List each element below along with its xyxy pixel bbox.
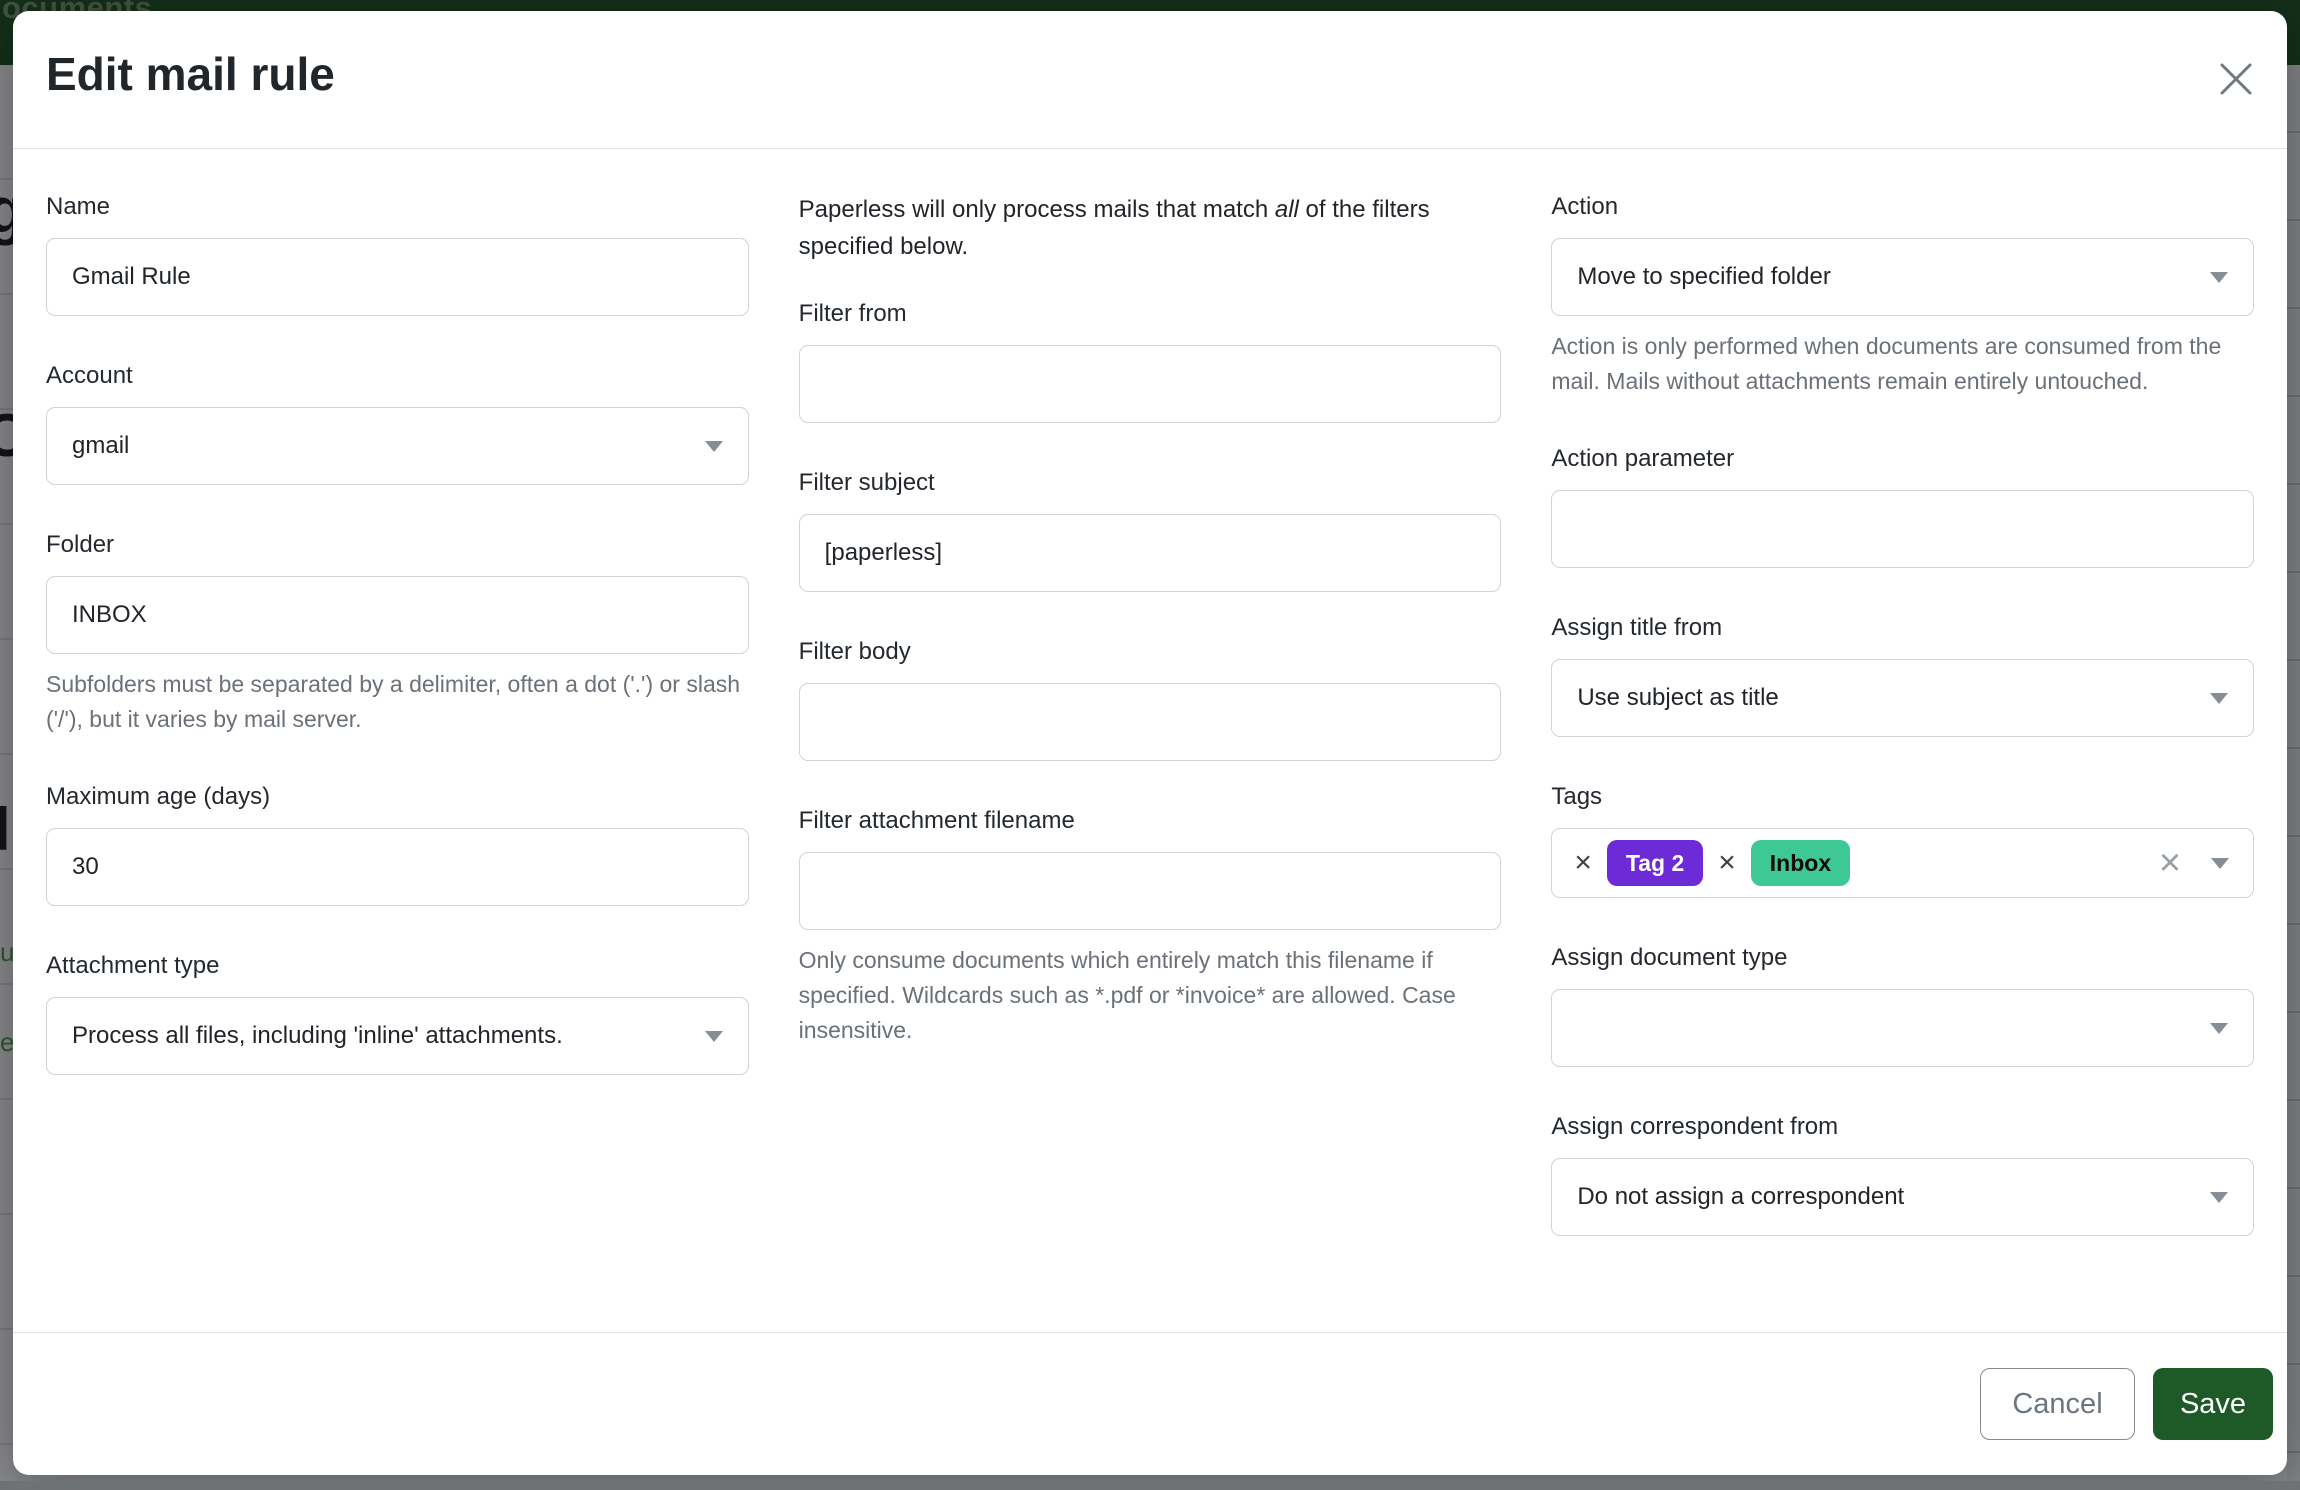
- column-action: Action Move to specified folder Action i…: [1551, 191, 2254, 1332]
- assign-title-from-select[interactable]: Use subject as title: [1551, 659, 2254, 737]
- filter-from-input[interactable]: [799, 345, 1502, 423]
- chevron-down-icon: [705, 441, 723, 452]
- tag-badge: Tag 2: [1607, 840, 1703, 886]
- folder-help-text: Subfolders must be separated by a delimi…: [46, 667, 749, 737]
- name-input[interactable]: [46, 238, 749, 316]
- field-action-parameter: Action parameter: [1551, 443, 2254, 568]
- background-page-bottom-edge: [0, 1481, 2300, 1490]
- attachment-type-select[interactable]: Process all files, including 'inline' at…: [46, 997, 749, 1075]
- assign-document-type-label: Assign document type: [1551, 942, 2254, 974]
- action-parameter-label: Action parameter: [1551, 443, 2254, 475]
- field-filter-body: Filter body: [799, 636, 1502, 761]
- tags-select[interactable]: × Tag 2 × Inbox ×: [1551, 828, 2254, 898]
- field-action: Action Move to specified folder Action i…: [1551, 191, 2254, 399]
- action-selected-value: Move to specified folder: [1577, 263, 1830, 291]
- field-assign-title-from: Assign title from Use subject as title: [1551, 612, 2254, 737]
- tags-label: Tags: [1551, 781, 2254, 813]
- field-assign-document-type: Assign document type: [1551, 942, 2254, 1067]
- assign-correspondent-from-label: Assign correspondent from: [1551, 1111, 2254, 1143]
- dialog-footer: Cancel Save: [13, 1332, 2287, 1475]
- dialog-body: Name Account gmail Folder Subfolders mus…: [13, 149, 2287, 1332]
- folder-input[interactable]: [46, 576, 749, 654]
- account-selected-value: gmail: [72, 432, 129, 460]
- filter-attachment-filename-help-text: Only consume documents which entirely ma…: [799, 943, 1502, 1048]
- field-filter-subject: Filter subject: [799, 467, 1502, 592]
- dialog-title: Edit mail rule: [46, 45, 2254, 103]
- field-account: Account gmail: [46, 360, 749, 485]
- assign-title-from-label: Assign title from: [1551, 612, 2254, 644]
- filter-subject-label: Filter subject: [799, 467, 1502, 499]
- chevron-down-icon: [2210, 272, 2228, 283]
- cancel-button[interactable]: Cancel: [1980, 1368, 2135, 1440]
- filters-intro-text: Paperless will only process mails that m…: [799, 191, 1502, 265]
- field-maximum-age: Maximum age (days): [46, 781, 749, 906]
- attachment-type-selected-value: Process all files, including 'inline' at…: [72, 1022, 563, 1050]
- chevron-down-icon: [2211, 858, 2229, 869]
- remove-tag-button[interactable]: ×: [1716, 848, 1738, 878]
- action-label: Action: [1551, 191, 2254, 223]
- background-page-left-edge: g C ld u e: [0, 65, 13, 1482]
- filter-body-label: Filter body: [799, 636, 1502, 668]
- clear-tags-button[interactable]: ×: [2159, 844, 2181, 882]
- field-filter-attachment-filename: Filter attachment filename Only consume …: [799, 805, 1502, 1048]
- chevron-down-icon: [705, 1031, 723, 1042]
- close-icon: [2217, 60, 2255, 101]
- tag-badge: Inbox: [1751, 840, 1850, 886]
- field-attachment-type: Attachment type Process all files, inclu…: [46, 950, 749, 1075]
- assign-correspondent-from-select[interactable]: Do not assign a correspondent: [1551, 1158, 2254, 1236]
- chevron-down-icon: [2210, 1023, 2228, 1034]
- filter-from-label: Filter from: [799, 298, 1502, 330]
- field-name: Name: [46, 191, 749, 316]
- field-filter-from: Filter from: [799, 298, 1502, 423]
- chevron-down-icon: [2210, 1192, 2228, 1203]
- assign-title-from-selected-value: Use subject as title: [1577, 684, 1778, 712]
- name-label: Name: [46, 191, 749, 223]
- column-filters: Paperless will only process mails that m…: [799, 191, 1502, 1332]
- filter-body-input[interactable]: [799, 683, 1502, 761]
- action-select[interactable]: Move to specified folder: [1551, 238, 2254, 316]
- remove-tag-button[interactable]: ×: [1572, 848, 1594, 878]
- maximum-age-label: Maximum age (days): [46, 781, 749, 813]
- maximum-age-input[interactable]: [46, 828, 749, 906]
- filter-attachment-filename-input[interactable]: [799, 852, 1502, 930]
- account-select[interactable]: gmail: [46, 407, 749, 485]
- chevron-down-icon: [2210, 693, 2228, 704]
- field-assign-correspondent-from: Assign correspondent from Do not assign …: [1551, 1111, 2254, 1236]
- folder-label: Folder: [46, 529, 749, 561]
- save-button[interactable]: Save: [2153, 1368, 2273, 1440]
- edit-mail-rule-dialog: Edit mail rule Name Account gmail: [13, 11, 2287, 1475]
- close-button[interactable]: [2215, 59, 2257, 101]
- dialog-header: Edit mail rule: [13, 11, 2287, 149]
- account-label: Account: [46, 360, 749, 392]
- filter-subject-input[interactable]: [799, 514, 1502, 592]
- tags-selected: × Tag 2 × Inbox: [1572, 840, 1850, 886]
- tags-controls: ×: [2159, 844, 2229, 882]
- field-tags: Tags × Tag 2 × Inbox ×: [1551, 781, 2254, 898]
- column-general: Name Account gmail Folder Subfolders mus…: [46, 191, 749, 1332]
- assign-correspondent-from-selected-value: Do not assign a correspondent: [1577, 1183, 1904, 1211]
- filter-attachment-filename-label: Filter attachment filename: [799, 805, 1502, 837]
- action-help-text: Action is only performed when documents …: [1551, 329, 2254, 399]
- assign-document-type-select[interactable]: [1551, 989, 2254, 1067]
- field-folder: Folder Subfolders must be separated by a…: [46, 529, 749, 737]
- attachment-type-label: Attachment type: [46, 950, 749, 982]
- background-page-right-edge: [2287, 65, 2300, 1482]
- action-parameter-input[interactable]: [1551, 490, 2254, 568]
